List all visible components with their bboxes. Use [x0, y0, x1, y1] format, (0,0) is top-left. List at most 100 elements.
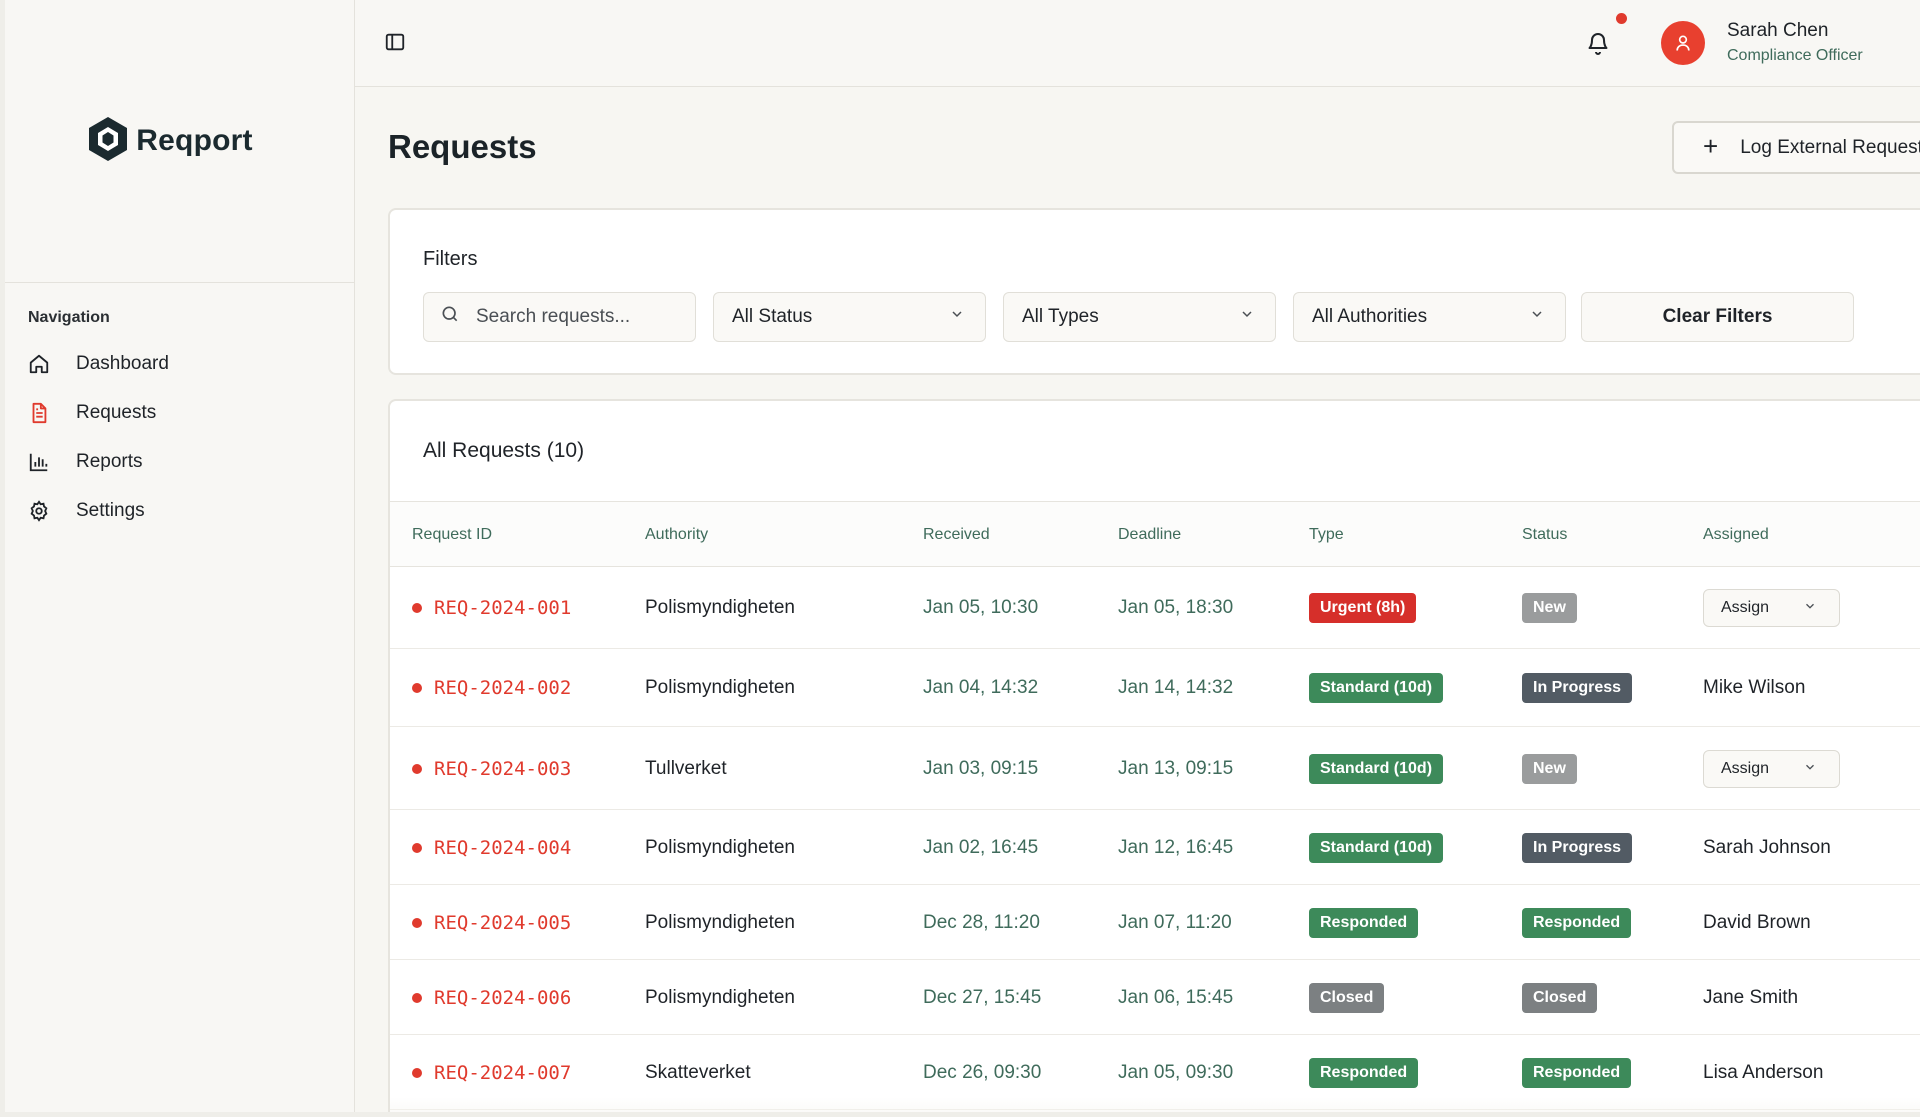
type-badge: Responded — [1309, 908, 1419, 938]
hexagon-logo-icon — [86, 115, 130, 168]
nav-title: Navigation — [28, 309, 110, 326]
main-content: Sarah Chen Compliance Officer Requests +… — [355, 0, 1920, 1112]
clear-filters-button[interactable]: Clear Filters — [1581, 292, 1854, 342]
status-cell: Responded — [1522, 1058, 1632, 1088]
column-header-authority[interactable]: Authority — [645, 526, 708, 544]
priority-dot — [412, 764, 422, 774]
sidebar-item-label: Dashboard — [76, 352, 169, 374]
column-header-status[interactable]: Status — [1522, 526, 1567, 544]
received-cell: Jan 03, 09:15 — [923, 758, 1039, 779]
deadline-cell: Jan 06, 15:45 — [1118, 987, 1234, 1008]
status-badge: New — [1522, 593, 1577, 623]
type-cell: Closed — [1309, 983, 1385, 1013]
sidebar-item-reports[interactable]: Reports — [5, 437, 354, 486]
type-cell: Standard (10d) — [1309, 833, 1444, 863]
chevron-down-icon — [949, 306, 965, 328]
brand-logo-link[interactable]: Reqport — [86, 115, 252, 168]
priority-dot — [412, 603, 422, 613]
received-cell: Dec 26, 09:30 — [923, 1062, 1042, 1083]
column-header-type[interactable]: Type — [1309, 526, 1344, 544]
plus-icon: + — [1703, 131, 1719, 161]
request-id-link[interactable]: REQ-2024-001 — [412, 597, 571, 619]
authority-select[interactable]: All Authorities — [1293, 292, 1566, 342]
assigned-cell: Sarah Johnson — [1703, 837, 1831, 858]
received-cell: Jan 05, 10:30 — [923, 597, 1039, 618]
deadline-cell: Jan 12, 16:45 — [1118, 837, 1234, 858]
sidebar-item-label: Settings — [76, 499, 145, 521]
page-title: Requests — [388, 128, 537, 165]
document-icon — [28, 402, 50, 424]
status-badge: In Progress — [1522, 673, 1633, 703]
column-header-received[interactable]: Received — [923, 526, 990, 544]
request-id-text: REQ-2024-006 — [434, 987, 572, 1009]
table-row[interactable]: REQ-2024-002 Polismyndigheten Jan 04, 14:3… — [390, 649, 1920, 727]
assign-dropdown[interactable]: Assign — [1703, 750, 1840, 788]
status-cell: In Progress — [1522, 673, 1633, 703]
type-badge: Standard (10d) — [1309, 673, 1444, 703]
request-id-text: REQ-2024-007 — [434, 1062, 572, 1084]
authority-cell: Skatteverket — [645, 1062, 751, 1083]
authority-cell: Tullverket — [645, 758, 727, 779]
table-row[interactable]: REQ-2024-005 Polismyndigheten Dec 28, 11:2… — [390, 885, 1920, 960]
priority-dot — [412, 843, 422, 853]
request-id-link[interactable]: REQ-2024-004 — [412, 837, 571, 859]
assigned-cell: Lisa Anderson — [1703, 1062, 1824, 1083]
authority-cell: Polismyndigheten — [645, 837, 795, 858]
type-cell: Urgent (8h) — [1309, 593, 1417, 623]
type-badge: Closed — [1309, 983, 1385, 1013]
nav-list: Dashboard Requests Reports Settings — [5, 339, 354, 535]
sidebar-item-dashboard[interactable]: Dashboard — [5, 339, 354, 388]
type-badge: Standard (10d) — [1309, 833, 1444, 863]
status-badge: Responded — [1522, 908, 1632, 938]
status-badge: Closed — [1522, 983, 1598, 1013]
search-field[interactable] — [423, 292, 696, 342]
bar-chart-icon — [28, 451, 50, 473]
deadline-cell: Jan 14, 14:32 — [1118, 677, 1234, 698]
assign-label: Assign — [1721, 599, 1770, 616]
assigned-cell: Assign — [1703, 589, 1840, 627]
authority-cell: Polismyndigheten — [645, 987, 795, 1008]
status-select-value: All Status — [732, 306, 813, 327]
column-header-deadline[interactable]: Deadline — [1118, 526, 1181, 544]
type-cell: Responded — [1309, 1058, 1419, 1088]
request-id-link[interactable]: REQ-2024-003 — [412, 758, 571, 780]
received-cell: Dec 28, 11:20 — [923, 912, 1040, 933]
assign-dropdown[interactable]: Assign — [1703, 589, 1840, 627]
status-cell: New — [1522, 593, 1577, 623]
bell-icon[interactable] — [1586, 30, 1610, 56]
status-select[interactable]: All Status — [713, 292, 986, 342]
table-header: Request ID Authority Received Deadline T… — [390, 501, 1920, 567]
table-row[interactable]: REQ-2024-004 Polismyndigheten Jan 02, 16:4… — [390, 810, 1920, 885]
request-id-link[interactable]: REQ-2024-007 — [412, 1062, 571, 1084]
brand-name: Reqport — [136, 124, 253, 157]
table-row[interactable]: REQ-2024-003 Tullverket Jan 03, 09:15 Jan 1… — [390, 727, 1920, 810]
request-id-link[interactable]: REQ-2024-005 — [412, 912, 571, 934]
table-row[interactable]: REQ-2024-001 Polismyndigheten Jan 05, 10:3… — [390, 567, 1920, 649]
table-row[interactable]: REQ-2024-006 Polismyndigheten Dec 27, 15:4… — [390, 960, 1920, 1035]
sidebar-item-label: Reports — [76, 450, 143, 472]
sidebar-toggle-icon[interactable] — [384, 31, 406, 53]
column-header-request-id[interactable]: Request ID — [412, 526, 492, 544]
deadline-cell: Jan 05, 09:30 — [1118, 1062, 1234, 1083]
status-cell: In Progress — [1522, 833, 1633, 863]
brand: Reqport — [5, 0, 354, 283]
request-id-link[interactable]: REQ-2024-006 — [412, 987, 571, 1009]
type-select[interactable]: All Types — [1003, 292, 1276, 342]
type-badge: Urgent (8h) — [1309, 593, 1417, 623]
search-input[interactable] — [476, 306, 676, 328]
assigned-cell: David Brown — [1703, 912, 1811, 933]
column-header-assigned[interactable]: Assigned — [1703, 526, 1769, 544]
sidebar-item-settings[interactable]: Settings — [5, 486, 354, 535]
request-id-link[interactable]: REQ-2024-002 — [412, 677, 571, 699]
avatar[interactable] — [1661, 21, 1705, 65]
notification-dot — [1616, 13, 1627, 24]
request-id-text: REQ-2024-004 — [434, 837, 572, 859]
priority-dot — [412, 993, 422, 1003]
priority-dot — [412, 1068, 422, 1078]
sidebar-item-requests[interactable]: Requests — [5, 388, 354, 437]
authority-cell: Polismyndigheten — [645, 912, 795, 933]
type-cell: Standard (10d) — [1309, 673, 1444, 703]
priority-dot — [412, 918, 422, 928]
user-role: Compliance Officer — [1727, 47, 1863, 64]
log-external-request-button[interactable]: + Log External Request — [1672, 121, 1920, 174]
